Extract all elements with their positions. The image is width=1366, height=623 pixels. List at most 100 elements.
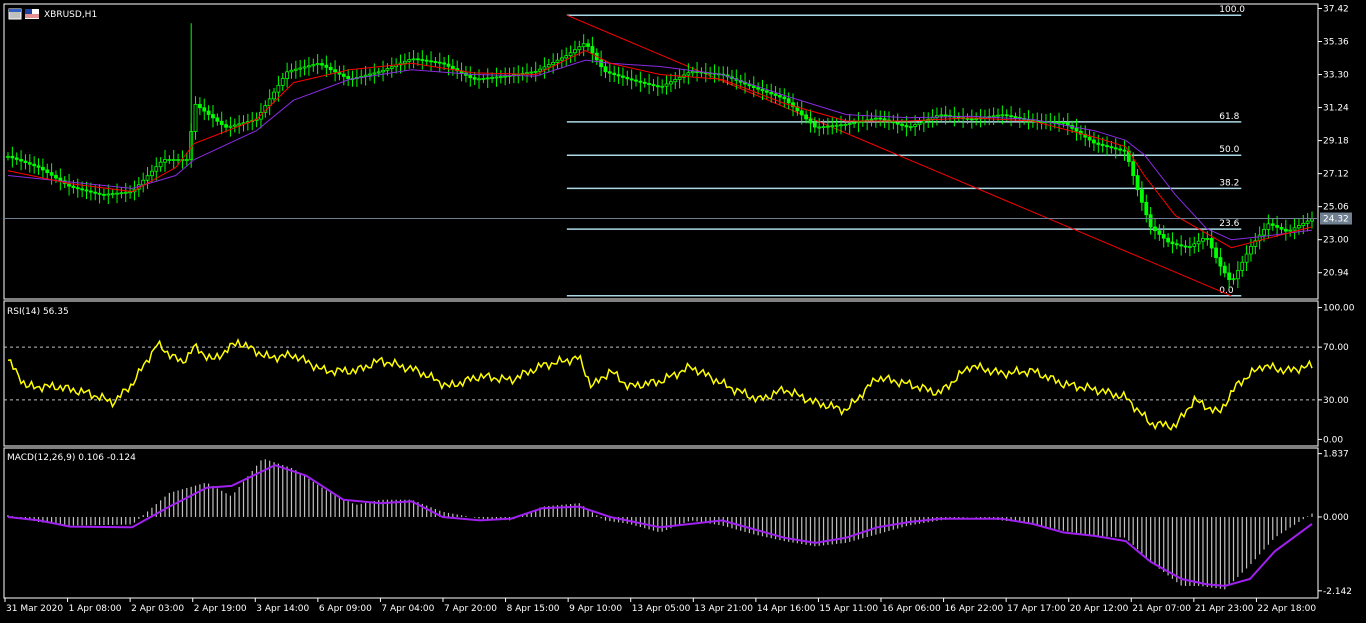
candle-body [1227,272,1232,281]
candle-body [1244,253,1249,263]
candle-body [450,65,455,69]
candle-body [1231,278,1236,281]
candle-body [873,117,878,120]
candle-body [1292,227,1297,231]
candle-body [525,72,529,75]
price-panel[interactable]: 37.42 35.36 33.30 31.24 29.18 27.12 25.06 23.00… [4,4,1352,297]
candles [6,23,1314,290]
candle-body [381,69,385,73]
time-tick-label: 13 Apr 05:00 [632,604,691,614]
candle-body [677,76,682,80]
price-tick-label: 29.18 [1323,137,1349,147]
candle-body [891,121,896,124]
candle-body [634,79,638,82]
candle-body [1057,121,1061,124]
candle-body [673,79,678,83]
candle-body [843,123,848,126]
rsi-panel[interactable]: 100.00 70.00 30.00 0.00 RSI(14) 56.35 [4,304,1355,446]
candle-body [1288,229,1293,232]
candle-body [442,62,447,65]
macd-panel-frame [3,447,1319,599]
candle-body [808,118,813,124]
fib-level-label: 100.0 [1219,5,1245,15]
candle-body [974,118,979,120]
time-tick-label: 31 Mar 2020 [6,604,63,614]
candle-body [616,74,621,77]
candle-body [184,159,189,161]
candle-body [1105,145,1109,148]
candle-body [812,122,817,128]
candle-body [882,118,887,121]
candle-body [84,189,89,192]
candle-body [19,159,23,162]
candle-body [651,84,656,87]
macd-title: MACD(12,26,9) 0.106 -0.124 [7,453,136,463]
candle-body [1140,189,1144,203]
candle-body [943,114,948,117]
candle-body [908,126,913,128]
candle-body [1283,228,1288,232]
candle-body [1301,222,1306,226]
time-axis: 31 Mar 2020 1 Apr 08:00 2 Apr 03:00 2 Apr 1… [4,598,1316,614]
macd-panel[interactable]: 1.837 0.000 -2.142 MACD(12,26,9) 0.106 -0.… [7,450,1352,597]
candle-body [88,190,93,193]
candle-body [171,159,176,161]
candle-body [1262,229,1266,236]
candle-body [211,114,215,119]
price-tick-label: 23.00 [1323,236,1349,246]
current-price-label: 24.32 [1323,215,1349,225]
candle-body [411,58,416,61]
time-tick-label: 2 Apr 19:00 [194,604,247,614]
trading-chart-window[interactable]: 37.42 35.36 33.30 31.24 29.18 27.12 25.06 23.00… [0,0,1366,619]
candle-body [647,83,651,85]
candle-body [769,91,774,95]
macd-tick-label: -2.142 [1323,587,1352,597]
candle-body [1118,148,1123,151]
candle-body [913,124,918,127]
chart-window-icon [8,8,22,20]
candle-body [485,77,490,80]
rsi-title: RSI(14) 56.35 [7,307,69,317]
candle-body [1279,226,1284,230]
candle-body [969,118,974,121]
candle-body [621,75,625,78]
candle-body [756,87,761,90]
candle-body [224,124,228,128]
candle-body [1170,241,1175,245]
candle-body [1249,245,1253,255]
candle-body [1305,220,1310,224]
candle-body [197,103,202,109]
candle-body [533,70,538,73]
candle-body [115,192,119,195]
candle-body [599,59,604,68]
candle-body [1122,149,1127,152]
candle-body [638,80,643,83]
candle-body [1061,122,1066,124]
candle-body [612,72,617,75]
candle-body [494,76,499,79]
candle-body [385,68,390,71]
time-tick-label: 9 Apr 10:00 [569,604,622,614]
chart-canvas[interactable]: 37.42 35.36 33.30 31.24 29.18 27.12 25.06 23.00… [0,0,1366,619]
candle-body [402,60,407,64]
candle-body [1222,265,1227,274]
candle-body [921,120,926,124]
candle-body [1009,115,1013,118]
candle-body [1109,146,1114,149]
fibonacci-retracement[interactable]: 100.061.850.038.223.60.0 [566,5,1245,297]
candle-body [376,71,381,74]
price-panel-frame [3,3,1319,300]
candle-body [1074,127,1079,132]
time-tick-label: 6 Apr 09:00 [319,604,372,614]
rsi-tick-label: 70.00 [1323,343,1349,353]
candle-body [1297,225,1301,229]
candle-body [490,77,494,79]
time-tick-label: 14 Apr 16:00 [757,604,816,614]
candle-body [869,118,874,121]
candle-body [764,90,769,93]
candle-body [468,74,473,78]
candle-body [760,88,765,92]
candle-body [930,117,935,120]
candle-body [228,125,233,128]
macd-axis: 1.837 0.000 -2.142 [1318,450,1352,597]
